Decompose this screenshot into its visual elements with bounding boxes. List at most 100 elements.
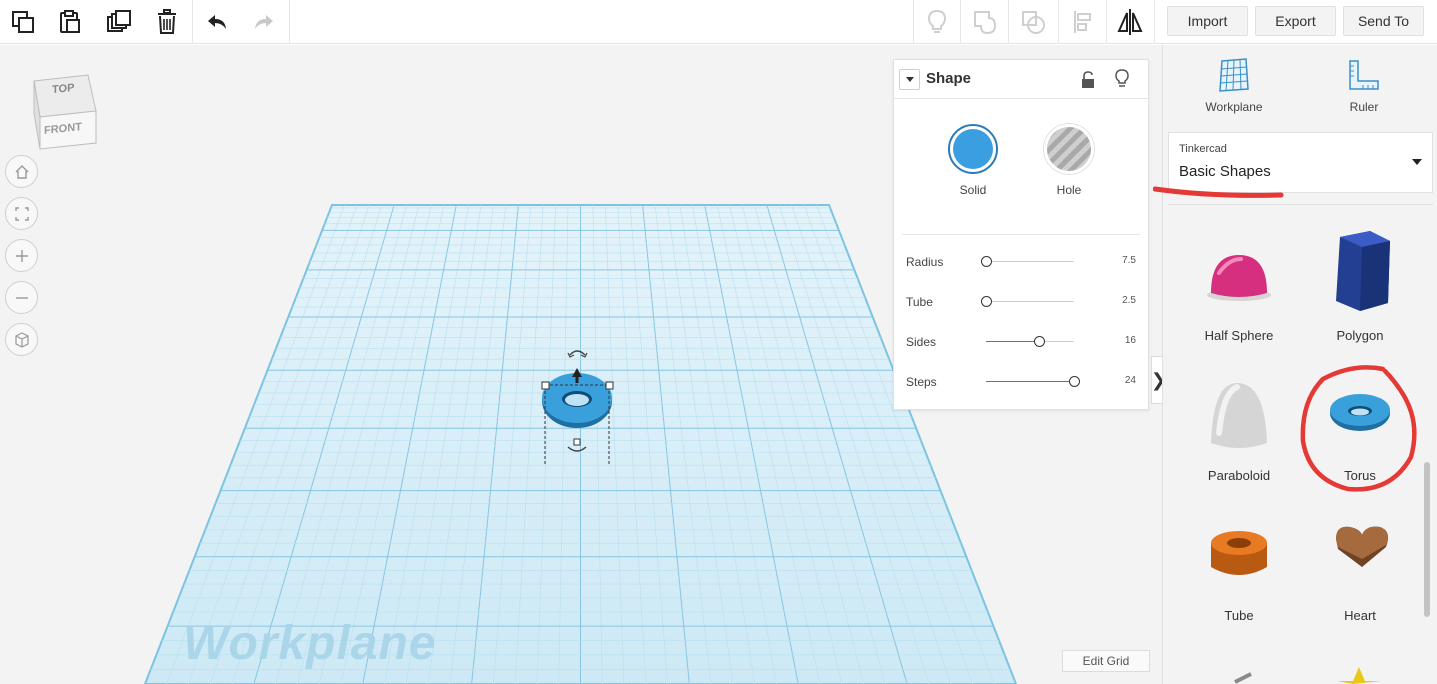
toolbar-divider: [1058, 0, 1059, 44]
home-view-button[interactable]: [5, 155, 38, 188]
home-icon: [15, 164, 28, 179]
red-circle-annotation: [1300, 365, 1417, 492]
lightbulb-icon[interactable]: [914, 0, 960, 44]
library-scrollbar[interactable]: [1424, 462, 1430, 617]
prop-label: Steps: [906, 375, 937, 389]
view-cube-top-label: TOP: [52, 81, 75, 97]
selected-torus[interactable]: [530, 335, 630, 465]
shape-label: Paraboloid: [1207, 468, 1271, 483]
ruler-tool-label: Ruler: [1349, 100, 1379, 114]
send-to-button[interactable]: Send To: [1343, 6, 1424, 36]
mirror-icon[interactable]: [1107, 0, 1153, 44]
toolbar-divider: [289, 0, 290, 44]
hole-label: Hole: [1056, 183, 1082, 197]
toolbar-divider: [1008, 0, 1009, 44]
chevron-down-icon: [1412, 159, 1422, 165]
zoom-in-button[interactable]: [5, 239, 38, 272]
prop-slider-track[interactable]: [986, 261, 1074, 262]
edit-grid-button[interactable]: Edit Grid: [1062, 650, 1150, 672]
prop-value[interactable]: 24: [1125, 375, 1136, 386]
export-button[interactable]: Export: [1255, 6, 1336, 36]
paraboloid-icon: [1211, 383, 1267, 448]
prop-row-radius: Radius 7.5: [906, 252, 1136, 272]
workplane-tool[interactable]: Workplane: [1189, 57, 1279, 114]
prop-label: Radius: [906, 255, 944, 269]
shape-label: Tube: [1224, 608, 1254, 623]
prop-row-steps: Steps 24: [906, 372, 1136, 392]
prop-slider-knob[interactable]: [981, 296, 992, 307]
ruler-tool[interactable]: Ruler: [1319, 57, 1409, 114]
prop-value[interactable]: 7.5: [1122, 255, 1136, 266]
prop-row-sides: Sides 16: [906, 332, 1136, 352]
star-icon: [1337, 667, 1381, 684]
workplane-tool-label: Workplane: [1205, 100, 1263, 114]
fit-view-button[interactable]: [5, 197, 38, 230]
perspective-icon: [14, 331, 29, 348]
shape-half-sphere[interactable]: Half Sphere: [1179, 223, 1299, 353]
prop-value[interactable]: 2.5: [1122, 295, 1136, 306]
solid-swatch: [953, 129, 993, 169]
prop-label: Tube: [906, 295, 933, 309]
zoom-out-button[interactable]: [5, 281, 38, 314]
solid-button[interactable]: [948, 124, 998, 174]
prop-label: Sides: [906, 335, 937, 349]
delete-icon[interactable]: [144, 0, 190, 44]
prop-slider-fill: [986, 381, 1074, 382]
copy-icon[interactable]: [0, 0, 46, 44]
fit-view-icon: [14, 206, 29, 221]
workplane-label: Workplane: [183, 617, 437, 670]
shape-polygon[interactable]: Polygon: [1300, 223, 1420, 353]
toolbar-divider: [960, 0, 961, 44]
group-icon[interactable]: [962, 0, 1008, 44]
shape-label: Polygon: [1336, 328, 1384, 343]
prop-slider-fill: [986, 341, 1039, 342]
inspector-collapse-button[interactable]: [899, 69, 920, 90]
polygon-icon: [1336, 231, 1390, 311]
prop-value[interactable]: 16: [1125, 335, 1136, 346]
shape-heart[interactable]: Heart: [1300, 503, 1420, 633]
library-name-label: Basic Shapes: [1179, 163, 1271, 180]
shape-label: Heart: [1344, 608, 1376, 623]
toolbar-divider: [1154, 0, 1155, 44]
shape-inspector: Shape Solid Hole Radius 7.5 Tube 2.5 Sides 16…: [893, 59, 1149, 410]
redo-icon[interactable]: [241, 0, 287, 44]
library-divider: [1168, 204, 1433, 205]
right-panel: Workplane Ruler Tinkercad Basic Shapes H…: [1153, 45, 1437, 684]
ruler-icon: [1349, 60, 1379, 90]
solid-label: Solid: [959, 183, 987, 197]
shape-partial-icon: [1234, 672, 1252, 684]
library-provider-label: Tinkercad: [1179, 143, 1227, 155]
lock-icon[interactable]: [1080, 70, 1096, 90]
red-underline-annotation: [1153, 186, 1284, 198]
prop-slider-knob[interactable]: [1033, 336, 1045, 347]
perspective-button[interactable]: [5, 323, 38, 356]
ungroup-icon[interactable]: [1010, 0, 1056, 44]
shape-label: Half Sphere: [1204, 328, 1274, 343]
zoom-in-icon: [15, 249, 28, 262]
main-toolbar: Import Export Send To: [0, 0, 1437, 44]
import-button[interactable]: Import: [1167, 6, 1248, 36]
view-cube[interactable]: TOP FRONT: [28, 71, 98, 151]
prop-row-tube: Tube 2.5: [906, 292, 1136, 312]
half-sphere-icon: [1207, 255, 1271, 301]
tube-icon: [1211, 531, 1267, 575]
inspector-divider: [902, 234, 1140, 235]
shape-paraboloid[interactable]: Paraboloid: [1179, 363, 1299, 493]
align-icon[interactable]: [1060, 0, 1106, 44]
prop-slider-track[interactable]: [986, 301, 1074, 302]
heart-icon: [1336, 526, 1388, 567]
toolbar-divider: [192, 0, 193, 44]
undo-icon[interactable]: [194, 0, 240, 44]
prop-slider-knob[interactable]: [1069, 376, 1080, 387]
inspector-header: Shape: [894, 60, 1148, 99]
prop-slider-knob[interactable]: [981, 256, 992, 267]
zoom-out-icon: [15, 296, 28, 299]
shape-tube[interactable]: Tube: [1179, 503, 1299, 633]
paste-icon[interactable]: [47, 0, 93, 44]
hole-button[interactable]: [1044, 124, 1094, 174]
lightbulb-icon[interactable]: [1113, 68, 1131, 90]
workplane-icon: [1219, 58, 1249, 92]
inspector-title: Shape: [926, 70, 972, 87]
duplicate-icon[interactable]: [96, 0, 142, 44]
chevron-down-icon: [905, 77, 914, 82]
